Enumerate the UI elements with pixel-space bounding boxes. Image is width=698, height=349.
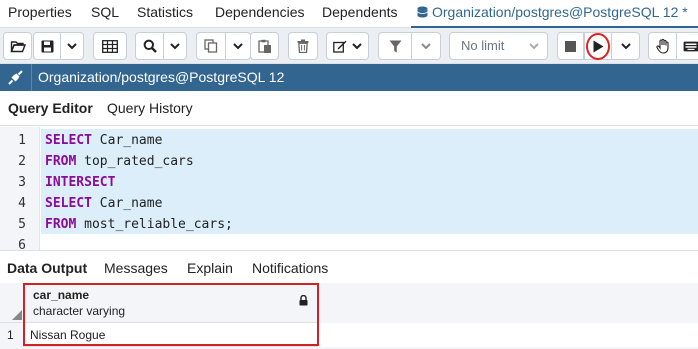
chevron-down-icon bbox=[421, 42, 431, 49]
code-line: 3 INTERSECT bbox=[0, 172, 698, 193]
connection-label: Organization/postgres@PostgreSQL 12 bbox=[38, 69, 285, 85]
result-tabs: Data Output Messages Explain Notificatio… bbox=[0, 250, 698, 283]
code-line: 2 FROM top_rated_cars bbox=[0, 151, 698, 172]
paste-icon bbox=[257, 39, 271, 53]
tab-query-history[interactable]: Query History bbox=[107, 100, 193, 116]
hand-icon bbox=[656, 38, 669, 54]
panel-tab-bar: Properties SQL Statistics Dependencies D… bbox=[0, 0, 698, 28]
folder-open-icon bbox=[9, 40, 26, 52]
tab-explain[interactable]: Explain bbox=[187, 260, 233, 276]
copy-dropdown-button[interactable] bbox=[225, 32, 251, 60]
chevron-down-icon bbox=[170, 42, 180, 49]
code-line: 5 FROM most_reliable_cars; bbox=[0, 214, 698, 235]
more-button[interactable] bbox=[676, 32, 698, 60]
tab-dependencies[interactable]: Dependencies bbox=[215, 4, 305, 20]
tab-properties[interactable]: Properties bbox=[8, 4, 72, 20]
save-dropdown-button[interactable] bbox=[60, 32, 84, 60]
find-button[interactable] bbox=[135, 32, 164, 60]
row-limit-select[interactable]: No limit bbox=[449, 32, 548, 60]
chevron-down-icon bbox=[529, 43, 539, 50]
plug-icon[interactable] bbox=[7, 69, 24, 86]
line-number: 1 bbox=[18, 133, 26, 148]
connection-bar: Organization/postgres@PostgreSQL 12 bbox=[0, 64, 698, 91]
tab-statistics[interactable]: Statistics bbox=[137, 4, 193, 20]
delete-button[interactable] bbox=[288, 32, 318, 60]
save-icon bbox=[41, 40, 53, 52]
query-tabs: Query Editor Query History bbox=[0, 91, 698, 126]
chevron-down-icon bbox=[620, 42, 631, 49]
explain-button[interactable] bbox=[648, 32, 677, 60]
tab-notifications[interactable]: Notifications bbox=[252, 260, 328, 276]
database-icon bbox=[417, 6, 428, 18]
edit-icon bbox=[333, 40, 347, 53]
line-number: 4 bbox=[18, 196, 26, 211]
sql-keyword: SELECT bbox=[45, 133, 92, 148]
corner-triangle-icon bbox=[12, 310, 22, 320]
open-file-button[interactable] bbox=[3, 32, 32, 60]
execute-highlight-circle bbox=[586, 33, 610, 60]
filter-icon bbox=[389, 40, 401, 52]
tab-query-tool[interactable]: Organization/postgres@PostgreSQL 12 * bbox=[411, 4, 698, 28]
code-text: SELECT Car_name bbox=[45, 193, 162, 214]
stop-button[interactable] bbox=[557, 32, 584, 60]
tab-dependents[interactable]: Dependents bbox=[322, 4, 398, 20]
line-number: 2 bbox=[18, 154, 26, 169]
chevron-down-icon bbox=[233, 42, 243, 49]
filter-dropdown-button[interactable] bbox=[411, 32, 441, 60]
sql-identifier: most_reliable_cars; bbox=[76, 217, 233, 232]
tab-query-editor[interactable]: Query Editor bbox=[8, 100, 93, 116]
paste-button[interactable] bbox=[250, 32, 279, 60]
result-highlight-box bbox=[23, 283, 319, 346]
chevron-down-icon bbox=[67, 42, 77, 49]
trash-icon bbox=[297, 39, 309, 53]
tab-query-tool-label: Organization/postgres@PostgreSQL 12 * bbox=[432, 4, 688, 20]
search-icon bbox=[143, 39, 157, 53]
sql-identifier: top_rated_cars bbox=[76, 154, 194, 169]
tab-sql[interactable]: SQL bbox=[91, 4, 119, 20]
tab-data-output[interactable]: Data Output bbox=[7, 260, 87, 276]
find-dropdown-button[interactable] bbox=[163, 32, 187, 60]
chevron-down-icon bbox=[352, 42, 362, 49]
select-all-corner[interactable] bbox=[0, 283, 24, 323]
grid-empty-area bbox=[318, 323, 698, 347]
grid-icon bbox=[102, 39, 118, 53]
code-line: 4 SELECT Car_name bbox=[0, 193, 698, 214]
sql-editor[interactable]: 1 SELECT Car_name 2 FROM top_rated_cars … bbox=[0, 127, 698, 253]
line-number: 5 bbox=[18, 217, 26, 232]
copy-icon bbox=[204, 39, 218, 53]
sql-identifier: Car_name bbox=[91, 133, 163, 148]
edit-grid-button[interactable] bbox=[93, 32, 127, 60]
code-text: FROM most_reliable_cars; bbox=[45, 214, 233, 235]
connection-separator bbox=[31, 64, 32, 91]
stop-icon bbox=[565, 40, 576, 52]
line-number: 3 bbox=[18, 175, 26, 190]
sql-keyword: FROM bbox=[45, 154, 77, 169]
row-number[interactable]: 1 bbox=[0, 323, 24, 347]
sql-keyword: FROM bbox=[45, 217, 77, 232]
edit-button[interactable] bbox=[326, 32, 369, 60]
save-button[interactable] bbox=[33, 32, 61, 60]
code-text: FROM top_rated_cars bbox=[45, 151, 194, 172]
execute-dropdown-button[interactable] bbox=[611, 32, 640, 60]
copy-button[interactable] bbox=[196, 32, 226, 60]
sql-keyword: INTERSECT bbox=[45, 175, 116, 190]
code-text: SELECT Car_name bbox=[45, 130, 162, 151]
code-line: 1 SELECT Car_name bbox=[0, 130, 698, 151]
tab-messages[interactable]: Messages bbox=[104, 260, 168, 276]
keyboard-icon bbox=[683, 41, 698, 51]
sql-keyword: SELECT bbox=[45, 196, 92, 211]
row-limit-value: No limit bbox=[461, 38, 505, 53]
sql-identifier: Car_name bbox=[91, 196, 163, 211]
filter-button[interactable] bbox=[378, 32, 412, 60]
code-text: INTERSECT bbox=[45, 172, 115, 193]
